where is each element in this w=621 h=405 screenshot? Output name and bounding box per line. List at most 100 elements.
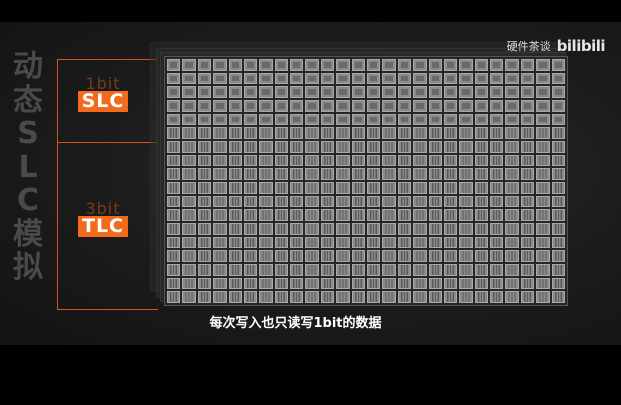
- tlc-cell: [197, 209, 212, 221]
- slc-cell: [551, 72, 565, 85]
- tlc-cell: [428, 182, 442, 194]
- slc-cell: [274, 100, 289, 112]
- slc-cell: [459, 113, 473, 126]
- tlc-cell: [167, 141, 181, 153]
- tlc-cell: [213, 223, 227, 235]
- tlc-cell: [490, 291, 504, 303]
- slc-cell: [213, 100, 227, 112]
- slc-cell: [167, 113, 181, 126]
- slc-cell: [167, 59, 181, 71]
- tlc-cell: [320, 236, 335, 249]
- tlc-cell: [274, 209, 289, 221]
- tlc-cell: [443, 127, 458, 139]
- tlc-cell: [274, 291, 289, 303]
- slc-cell: [182, 100, 196, 112]
- tlc-cell: [520, 236, 535, 249]
- tlc-cell: [336, 209, 350, 221]
- slc-cell: [474, 72, 489, 85]
- tlc-cell: [213, 154, 227, 167]
- slc-cell: [474, 59, 489, 71]
- slc-cell: [290, 72, 304, 85]
- tlc-cell: [167, 195, 181, 208]
- slc-cell: [351, 59, 365, 71]
- tlc-cell: [305, 250, 319, 262]
- tlc-cell: [428, 277, 442, 290]
- slc-cell: [197, 100, 212, 112]
- tlc-cell: [213, 277, 227, 290]
- slc-cell: [520, 100, 535, 112]
- tlc-cell: [182, 209, 196, 221]
- tlc-cell: [505, 236, 519, 249]
- title-char: 态: [13, 82, 43, 118]
- tlc-cell: [336, 127, 350, 139]
- slc-cell: [413, 86, 427, 98]
- tlc-cell: [551, 264, 565, 276]
- slc-cell: [397, 100, 412, 112]
- slc-cell: [505, 100, 519, 112]
- slc-cell: [520, 113, 535, 126]
- tlc-cell: [551, 223, 565, 235]
- tlc-cell: [490, 250, 504, 262]
- tlc-cell: [505, 154, 519, 167]
- slc-cell: [182, 72, 196, 85]
- slc-cell: [413, 113, 427, 126]
- tlc-cell: [520, 127, 535, 139]
- cell-grid: [164, 56, 568, 306]
- slc-cell: [243, 113, 258, 126]
- tlc-cell: [551, 154, 565, 167]
- slc-cell: [259, 100, 273, 112]
- tlc-cell: [197, 127, 212, 139]
- slc-cell: [228, 59, 242, 71]
- tlc-cell: [167, 154, 181, 167]
- slc-cell: [366, 113, 381, 126]
- tlc-cell: [382, 168, 396, 180]
- slc-cell: [382, 59, 396, 71]
- tlc-cell: [305, 223, 319, 235]
- tlc-cell: [413, 277, 427, 290]
- slc-cell: [305, 59, 319, 71]
- slc-cell: [290, 113, 304, 126]
- tlc-cell: [336, 277, 350, 290]
- slc-cell: [351, 72, 365, 85]
- tlc-cell: [228, 264, 242, 276]
- tlc-cell: [443, 182, 458, 194]
- tlc-cell: [290, 182, 304, 194]
- tlc-cell: [274, 182, 289, 194]
- tlc-cell: [459, 291, 473, 303]
- tlc-cell: [259, 236, 273, 249]
- tlc-cell: [459, 236, 473, 249]
- tlc-cell: [428, 127, 442, 139]
- slc-cell: [336, 113, 350, 126]
- tlc-cell: [413, 154, 427, 167]
- tlc-cell: [320, 154, 335, 167]
- slc-cell: [397, 59, 412, 71]
- slc-cell: [428, 72, 442, 85]
- tlc-cell: [397, 250, 412, 262]
- slc-cell: [243, 86, 258, 98]
- tlc-cell: [259, 264, 273, 276]
- tlc-cell: [474, 209, 489, 221]
- tlc-cell: [197, 277, 212, 290]
- tlc-cell: [351, 195, 365, 208]
- tlc-cell: [213, 127, 227, 139]
- tlc-cell: [474, 291, 489, 303]
- tlc-cell: [182, 154, 196, 167]
- tlc-cell: [474, 168, 489, 180]
- tlc-cell: [490, 127, 504, 139]
- tlc-cell: [428, 264, 442, 276]
- tlc-cell: [536, 236, 550, 249]
- tlc-cell: [305, 264, 319, 276]
- tlc-cell: [259, 291, 273, 303]
- slc-cell: [490, 113, 504, 126]
- tlc-cell: [259, 127, 273, 139]
- tlc-cell: [413, 141, 427, 153]
- slc-cell: [443, 86, 458, 98]
- tlc-cell: [320, 250, 335, 262]
- slc-cell: [274, 113, 289, 126]
- tlc-cell: [474, 264, 489, 276]
- tlc-cell: [397, 154, 412, 167]
- slc-cell: [474, 100, 489, 112]
- tlc-cell: [443, 250, 458, 262]
- slc-cell: [213, 86, 227, 98]
- tlc-cell: [167, 127, 181, 139]
